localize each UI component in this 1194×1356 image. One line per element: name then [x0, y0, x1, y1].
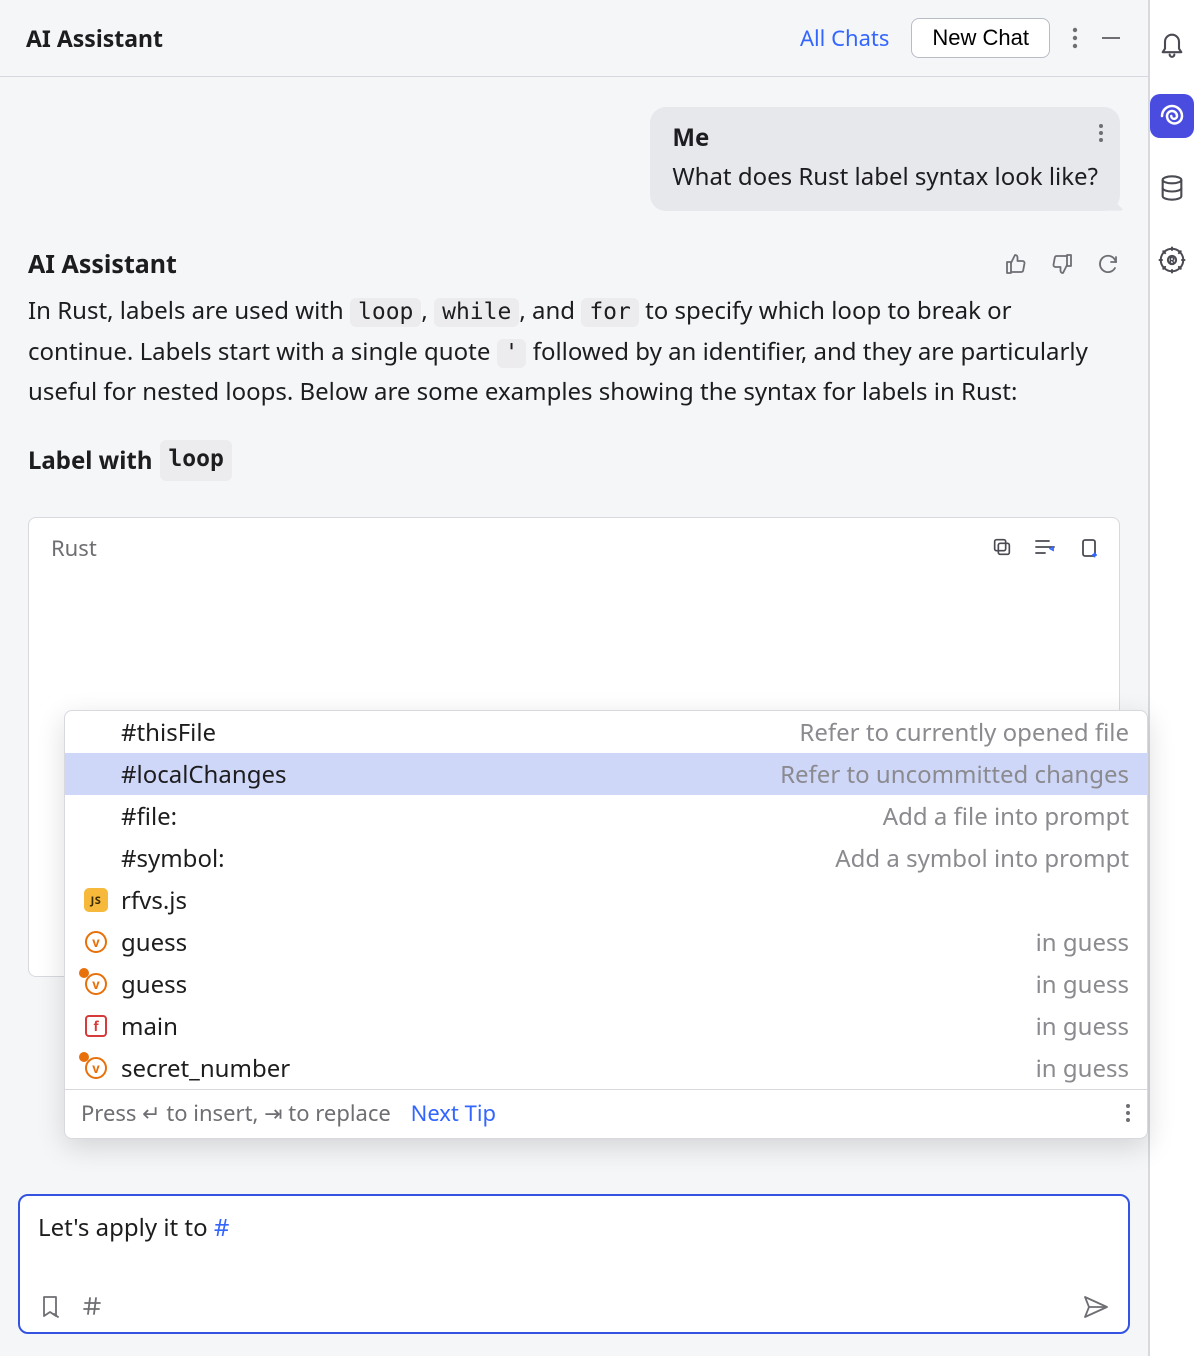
- assistant-header: AI Assistant: [28, 247, 1120, 281]
- hash-icon[interactable]: [80, 1294, 104, 1320]
- copy-icon[interactable]: [991, 536, 1013, 560]
- chat-input[interactable]: Let's apply it to #: [18, 1194, 1130, 1334]
- suggestions-footer-left: Press ↵ to insert, ⇥ to replace Next Tip: [81, 1098, 496, 1128]
- suggestion-hint: Add a symbol into prompt: [835, 842, 1129, 875]
- suggestion-label: rfvs.js: [121, 884, 187, 917]
- suggestion-left: JS rfvs.js: [83, 884, 187, 917]
- regenerate-icon[interactable]: [1096, 252, 1120, 276]
- variable-icon: v: [83, 929, 109, 955]
- code-panel-actions: [991, 536, 1101, 560]
- ai-assistant-icon[interactable]: [1150, 94, 1194, 138]
- code-loop: loop: [350, 298, 421, 327]
- suggestion-label: #file:: [121, 800, 177, 833]
- suggestion-label: #symbol:: [121, 842, 225, 875]
- suggestion-hint: in guess: [1036, 926, 1129, 959]
- main-column: AI Assistant All Chats New Chat Me What …: [0, 0, 1149, 1356]
- suggestion-label: guess: [121, 968, 187, 1001]
- wrap-lines-icon[interactable]: [1033, 536, 1057, 560]
- suggestion-item[interactable]: v secret_number in guess: [65, 1047, 1147, 1089]
- js-file-icon: JS: [83, 887, 109, 913]
- assistant-text: In Rust, labels are used with: [28, 294, 350, 327]
- suggestion-hint: Refer to currently opened file: [799, 716, 1129, 749]
- suggestions-popup: #thisFileRefer to currently opened file#…: [64, 710, 1148, 1139]
- suggestion-label: secret_number: [121, 1052, 290, 1085]
- all-chats-link[interactable]: All Chats: [800, 23, 889, 53]
- suggestion-label: main: [121, 1010, 178, 1043]
- suggestion-item[interactable]: #localChanges Refer to uncommitted change…: [65, 753, 1147, 795]
- assistant-title: AI Assistant: [28, 247, 177, 281]
- suggestion-left: #file:: [83, 800, 177, 833]
- database-icon[interactable]: [1150, 166, 1194, 210]
- suggestions-list[interactable]: #thisFileRefer to currently opened file#…: [65, 711, 1147, 1089]
- header: AI Assistant All Chats New Chat: [0, 0, 1148, 77]
- suggestion-hint: in guess: [1036, 1052, 1129, 1085]
- suggestion-label: #localChanges: [121, 758, 286, 791]
- minimize-icon[interactable]: [1100, 27, 1122, 49]
- assistant-actions: [1004, 252, 1120, 276]
- code-while: while: [434, 298, 519, 327]
- panel-title: AI Assistant: [26, 22, 163, 54]
- insert-snippet-icon[interactable]: [1077, 536, 1101, 560]
- next-tip-link[interactable]: Next Tip: [411, 1098, 496, 1128]
- suggestion-item[interactable]: fmain in guess: [65, 1005, 1147, 1047]
- svg-text:R: R: [1169, 253, 1176, 267]
- user-message-row: Me What does Rust label syntax look like…: [28, 107, 1120, 211]
- bell-icon[interactable]: [1150, 22, 1194, 66]
- suggestions-footer-text: Press ↵ to insert, ⇥ to replace: [81, 1098, 391, 1128]
- thumbs-down-icon[interactable]: [1050, 252, 1074, 276]
- header-actions: All Chats New Chat: [800, 18, 1122, 58]
- suggestion-hint: Refer to uncommitted changes: [780, 758, 1129, 791]
- user-sender-label: Me: [672, 121, 1098, 156]
- rust-icon[interactable]: R: [1150, 238, 1194, 282]
- suggestion-item[interactable]: #file: Add a file into prompt: [65, 795, 1147, 837]
- bookmark-icon[interactable]: [38, 1294, 62, 1320]
- suggestion-item[interactable]: vguess in guess: [65, 963, 1147, 1005]
- user-message-text: What does Rust label syntax look like?: [672, 160, 1098, 195]
- suggestion-left: v secret_number: [83, 1052, 290, 1085]
- input-prefix: Let's apply it to: [38, 1211, 214, 1244]
- new-chat-button[interactable]: New Chat: [911, 18, 1050, 58]
- suggestion-left: #localChanges: [83, 758, 286, 791]
- suggestions-more-icon[interactable]: [1125, 1103, 1131, 1123]
- suggestion-left: fmain: [83, 1010, 178, 1043]
- suggestion-left: vguess: [83, 926, 187, 959]
- suggestions-footer: Press ↵ to insert, ⇥ to replace Next Tip: [65, 1089, 1147, 1138]
- section-title: Label with loop: [28, 440, 1120, 481]
- thumbs-up-icon[interactable]: [1004, 252, 1028, 276]
- suggestion-hint: in guess: [1036, 1010, 1129, 1043]
- assistant-text: , and: [519, 294, 581, 327]
- input-toolbar: [38, 1294, 1110, 1320]
- chat-input-text[interactable]: Let's apply it to #: [38, 1210, 1110, 1246]
- more-vertical-icon[interactable]: [1072, 27, 1078, 49]
- suggestion-left: vguess: [83, 968, 187, 1001]
- suggestion-left: #thisFile: [83, 716, 216, 749]
- suggestion-hint: Add a file into prompt: [883, 800, 1129, 833]
- suggestion-label: guess: [121, 926, 187, 959]
- section-title-text: Label with: [28, 441, 152, 481]
- suggestion-left: #symbol:: [83, 842, 225, 875]
- variable-modified-icon: v: [83, 1055, 109, 1081]
- input-toolbar-left: [38, 1294, 104, 1320]
- suggestion-item[interactable]: #thisFile Refer to currently opened file: [65, 711, 1147, 753]
- code-panel-header: Rust: [29, 518, 1119, 576]
- suggestion-label: #thisFile: [121, 716, 216, 749]
- message-more-icon[interactable]: [1098, 123, 1104, 143]
- suggestion-item[interactable]: vguess in guess: [65, 921, 1147, 963]
- code-quote: ': [497, 339, 527, 368]
- suggestion-item[interactable]: #symbol: Add a symbol into prompt: [65, 837, 1147, 879]
- right-rail: R: [1149, 0, 1194, 1356]
- variable-modified-icon: v: [83, 971, 109, 997]
- code-for: for: [581, 298, 639, 327]
- suggestion-hint: in guess: [1036, 968, 1129, 1001]
- send-icon[interactable]: [1082, 1294, 1110, 1320]
- suggestion-item[interactable]: JS rfvs.js: [65, 879, 1147, 921]
- assistant-text: ,: [421, 294, 434, 327]
- section-title-code: loop: [160, 440, 231, 481]
- user-message-bubble: Me What does Rust label syntax look like…: [650, 107, 1120, 211]
- input-hash: #: [214, 1211, 230, 1244]
- function-icon: f: [83, 1013, 109, 1039]
- code-language-label: Rust: [51, 530, 97, 566]
